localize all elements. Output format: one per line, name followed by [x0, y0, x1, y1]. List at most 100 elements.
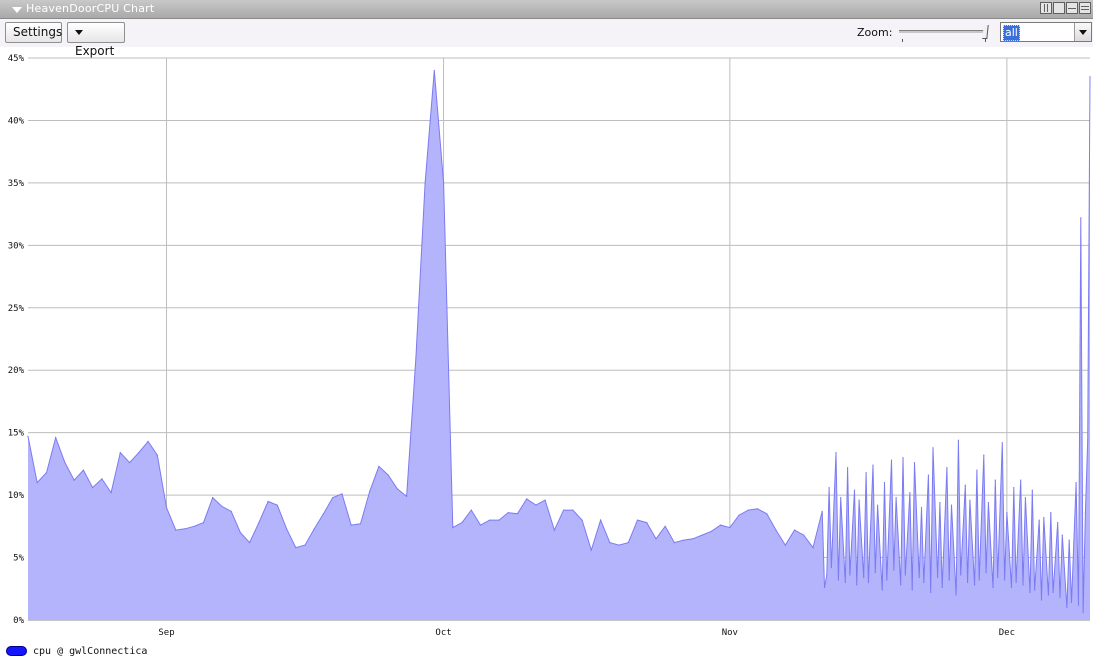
export-button[interactable]: Export — [67, 22, 125, 58]
data-point — [119, 452, 121, 454]
data-point — [221, 505, 223, 507]
data-point — [1080, 217, 1082, 219]
data-point — [202, 522, 205, 524]
zoom-slider-track — [899, 30, 987, 33]
data-point — [964, 484, 966, 486]
zoom-slider-thumb[interactable] — [982, 25, 989, 39]
y-tick-label: 10% — [8, 491, 25, 501]
data-point — [960, 574, 962, 576]
data-point — [664, 525, 666, 527]
data-point — [507, 512, 509, 514]
data-point — [609, 542, 611, 544]
data-point — [985, 571, 987, 574]
settings-button[interactable]: Settings — [5, 22, 62, 43]
data-point — [844, 581, 846, 584]
data-point — [1038, 519, 1040, 521]
data-point — [563, 509, 565, 511]
data-point — [479, 524, 482, 526]
select-arrow-icon[interactable] — [1074, 23, 1091, 41]
window-title: HeavenDoorCPU Chart — [26, 2, 155, 15]
zoom-label: Zoom: — [857, 26, 893, 39]
data-point — [73, 479, 75, 481]
data-point — [911, 589, 913, 591]
y-tick-label: 20% — [8, 366, 25, 376]
collapse-triangle-icon[interactable] — [12, 7, 22, 13]
data-point — [904, 574, 906, 576]
data-point — [1059, 596, 1061, 599]
data-point — [636, 519, 639, 521]
data-point — [470, 509, 472, 511]
data-point — [36, 482, 38, 484]
zoom-slider[interactable] — [899, 25, 991, 43]
data-point — [863, 576, 865, 579]
data-point — [1068, 539, 1070, 541]
dropdown-caret-icon — [75, 30, 83, 35]
window-controls — [1040, 2, 1091, 14]
data-point — [82, 469, 84, 471]
data-point — [341, 493, 343, 495]
split-layout-icon[interactable] — [1066, 2, 1078, 14]
data-point — [433, 69, 435, 72]
data-point — [835, 452, 837, 454]
data-point — [837, 579, 840, 581]
data-point — [821, 510, 823, 512]
data-point — [909, 492, 911, 494]
data-point — [701, 534, 703, 536]
data-point — [286, 528, 288, 530]
data-point — [322, 513, 325, 515]
data-point — [387, 474, 389, 476]
data-point — [893, 569, 895, 571]
data-point — [853, 489, 856, 491]
data-point — [930, 591, 932, 594]
data-point — [396, 488, 398, 490]
data-point — [165, 507, 168, 509]
data-point — [967, 581, 969, 584]
data-point — [276, 504, 278, 506]
data-point — [424, 182, 426, 184]
x-tick-label: Sep — [158, 628, 174, 638]
single-layout-icon[interactable] — [1053, 2, 1065, 14]
rows-layout-icon[interactable] — [1079, 2, 1091, 14]
data-point — [295, 547, 297, 549]
settings-button-label: Settings — [13, 25, 63, 39]
data-point — [64, 462, 66, 464]
data-point — [994, 479, 996, 481]
data-point — [1004, 579, 1006, 581]
data-point — [332, 497, 334, 499]
data-point — [1057, 522, 1059, 524]
data-point — [840, 497, 842, 499]
data-point — [828, 487, 830, 489]
data-point — [535, 504, 537, 506]
data-point — [1029, 591, 1031, 594]
data-point — [983, 454, 985, 456]
data-point — [976, 469, 978, 471]
data-point — [92, 487, 94, 489]
data-point — [673, 542, 676, 544]
data-point — [313, 528, 315, 530]
columns-layout-icon[interactable] — [1040, 2, 1052, 14]
data-point — [900, 584, 902, 586]
data-point — [881, 589, 883, 591]
data-point — [948, 579, 950, 581]
data-point — [987, 502, 990, 504]
data-point — [1013, 487, 1015, 489]
data-point — [600, 519, 602, 521]
data-point — [415, 357, 417, 359]
data-point — [230, 510, 232, 512]
data-point — [710, 530, 713, 532]
y-tick-label: 5% — [13, 554, 24, 564]
zoom-range-select[interactable]: all — [1000, 22, 1092, 42]
data-point — [890, 459, 893, 461]
data-point — [992, 586, 994, 589]
data-point — [1089, 76, 1091, 78]
data-point — [156, 454, 158, 456]
data-point — [193, 525, 195, 527]
data-point — [941, 586, 943, 589]
zoom-slider-tick — [985, 39, 986, 42]
data-point — [939, 502, 941, 504]
data-point — [784, 544, 786, 546]
data-point — [1070, 601, 1073, 604]
y-tick-label: 15% — [8, 429, 25, 439]
data-point — [920, 507, 923, 509]
data-point — [978, 579, 980, 581]
